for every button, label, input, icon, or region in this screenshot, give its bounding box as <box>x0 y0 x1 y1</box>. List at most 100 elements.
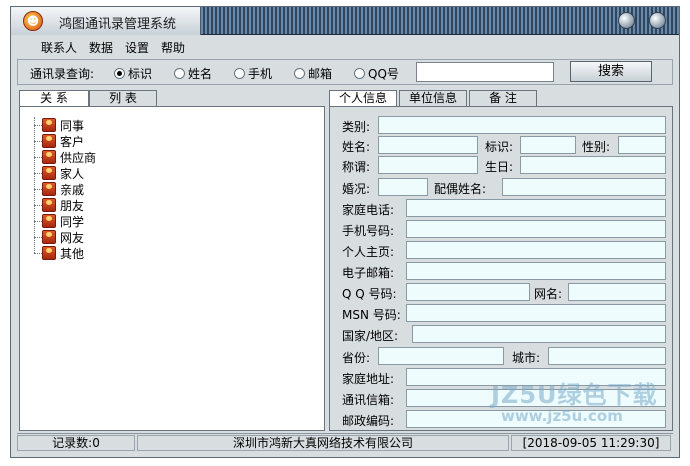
watermark-title: JZ5U绿色下载 <box>491 381 658 409</box>
status-bar: 记录数:0 深圳市鸿新大真网络技术有限公司 [2018-09-05 11:29:… <box>17 433 673 451</box>
search-bar: 通讯录查询: 标识 姓名 手机 邮箱 QQ号 搜索 <box>17 59 673 85</box>
tree-item-suppliers[interactable]: 供应商 <box>34 149 97 165</box>
radio-email[interactable]: 邮箱 <box>294 65 332 82</box>
tab-list[interactable]: 列 表 <box>89 90 157 106</box>
record-count: 记录数:0 <box>17 435 135 451</box>
home-phone-field[interactable] <box>406 199 666 217</box>
tree-item-customers[interactable]: 客户 <box>34 133 85 149</box>
radio-qq-label: QQ号 <box>368 67 399 81</box>
menu-bar: 联系人 数据 设置 帮助 <box>41 39 185 57</box>
radio-tag-dot[interactable] <box>114 68 125 79</box>
province-label: 省份: <box>342 351 371 365</box>
group-icon <box>42 198 56 212</box>
radio-mobile-dot[interactable] <box>234 68 245 79</box>
search-input[interactable] <box>416 62 554 82</box>
search-label: 通讯录查询: <box>30 67 95 81</box>
radio-mobile[interactable]: 手机 <box>234 65 272 82</box>
tree-item-colleagues[interactable]: 同事 <box>34 117 85 133</box>
group-icon <box>42 134 56 148</box>
group-icon <box>42 246 56 260</box>
name-field[interactable] <box>378 136 478 154</box>
radio-qq[interactable]: QQ号 <box>354 65 399 82</box>
mobile-field[interactable] <box>406 220 666 238</box>
tree-item-relatives[interactable]: 亲戚 <box>34 181 85 197</box>
tree-item-label: 供应商 <box>60 150 97 165</box>
tree-item-label: 同学 <box>60 214 85 229</box>
msn-field[interactable] <box>406 304 666 322</box>
window-title: 鸿图通讯录管理系统 <box>59 17 177 32</box>
postcode-label: 邮政编码: <box>342 414 395 428</box>
tree-item-friends[interactable]: 朋友 <box>34 197 85 213</box>
netname-field[interactable] <box>568 283 666 301</box>
watermark-url: www.jz5u.com <box>501 407 623 425</box>
email-label: 电子邮箱: <box>342 266 395 280</box>
radio-name[interactable]: 姓名 <box>174 65 212 82</box>
tree-item-family[interactable]: 家人 <box>34 165 84 181</box>
title-area: ☻ 鸿图通讯录管理系统 <box>11 7 201 35</box>
tree-item-label: 客户 <box>60 134 85 149</box>
tab-relations[interactable]: 关 系 <box>19 90 89 106</box>
tree-item-label: 朋友 <box>60 198 85 213</box>
group-icon <box>42 230 56 244</box>
menu-contacts[interactable]: 联系人 <box>41 39 77 57</box>
birthday-field[interactable] <box>520 156 666 174</box>
netname-label: 网名: <box>534 287 563 301</box>
menu-help[interactable]: 帮助 <box>161 39 185 57</box>
tree-item-classmates[interactable]: 同学 <box>34 213 85 229</box>
email-field[interactable] <box>406 262 666 280</box>
menu-data[interactable]: 数据 <box>89 39 113 57</box>
radio-tag[interactable]: 标识 <box>114 65 152 82</box>
category-field[interactable] <box>378 116 666 134</box>
tree-item-label: 其他 <box>60 246 85 261</box>
group-icon <box>42 214 56 228</box>
marital-field[interactable] <box>378 178 428 196</box>
city-field[interactable] <box>548 347 666 365</box>
qq-field[interactable] <box>406 283 530 301</box>
title-field[interactable] <box>378 156 478 174</box>
birthday-label: 生日: <box>485 160 514 174</box>
app-logo-icon: ☻ <box>23 11 43 31</box>
group-icon <box>42 118 56 132</box>
minimize-icon[interactable] <box>618 12 635 29</box>
tree-item-netfriends[interactable]: 网友 <box>34 229 85 245</box>
tree-item-label: 亲戚 <box>60 182 85 197</box>
tree-item-label: 同事 <box>60 118 85 133</box>
gender-field[interactable] <box>618 136 666 154</box>
menu-settings[interactable]: 设置 <box>125 39 149 57</box>
homepage-field[interactable] <box>406 241 666 259</box>
title-bar[interactable]: ☻ 鸿图通讯录管理系统 <box>11 7 679 35</box>
region-field[interactable] <box>412 325 666 343</box>
status-datetime: [2018-09-05 11:29:30] <box>511 435 671 451</box>
radio-email-label: 邮箱 <box>308 67 333 81</box>
spouse-field[interactable] <box>502 178 666 196</box>
marital-label: 婚况: <box>342 182 371 196</box>
tab-personal-info[interactable]: 个人信息 <box>329 90 397 106</box>
radio-name-label: 姓名 <box>188 67 213 81</box>
home-phone-label: 家庭电话: <box>342 203 395 217</box>
city-label: 城市: <box>512 351 541 365</box>
tree-item-label: 网友 <box>60 230 85 245</box>
company-name: 深圳市鸿新大真网络技术有限公司 <box>137 435 509 451</box>
close-icon[interactable] <box>649 12 666 29</box>
name-label: 姓名: <box>342 140 371 154</box>
main-window: ☻ 鸿图通讯录管理系统 联系人 数据 设置 帮助 通讯录查询: 标识 姓名 手机… <box>10 6 680 458</box>
radio-email-dot[interactable] <box>294 68 305 79</box>
province-field[interactable] <box>378 347 504 365</box>
tab-company-info[interactable]: 单位信息 <box>399 90 467 106</box>
tree-guide-line <box>34 117 35 253</box>
spouse-label: 配偶姓名: <box>434 182 487 196</box>
tree-item-others[interactable]: 其他 <box>34 245 85 261</box>
radio-mobile-label: 手机 <box>248 67 273 81</box>
radio-tag-label: 标识 <box>128 67 153 81</box>
msn-label: MSN 号码: <box>342 308 401 322</box>
group-icon <box>42 150 56 164</box>
radio-name-dot[interactable] <box>174 68 185 79</box>
qq-label: Q Q 号码: <box>342 287 397 301</box>
title-label: 称谓: <box>342 160 371 174</box>
tab-notes[interactable]: 备 注 <box>469 90 537 106</box>
radio-qq-dot[interactable] <box>354 68 365 79</box>
search-button[interactable]: 搜索 <box>570 61 652 82</box>
tag-field[interactable] <box>520 136 576 154</box>
mobile-label: 手机号码: <box>342 224 395 238</box>
category-tree: 同事 客户 供应商 家人 亲戚 朋友 同学 网友 其他 <box>19 106 325 431</box>
